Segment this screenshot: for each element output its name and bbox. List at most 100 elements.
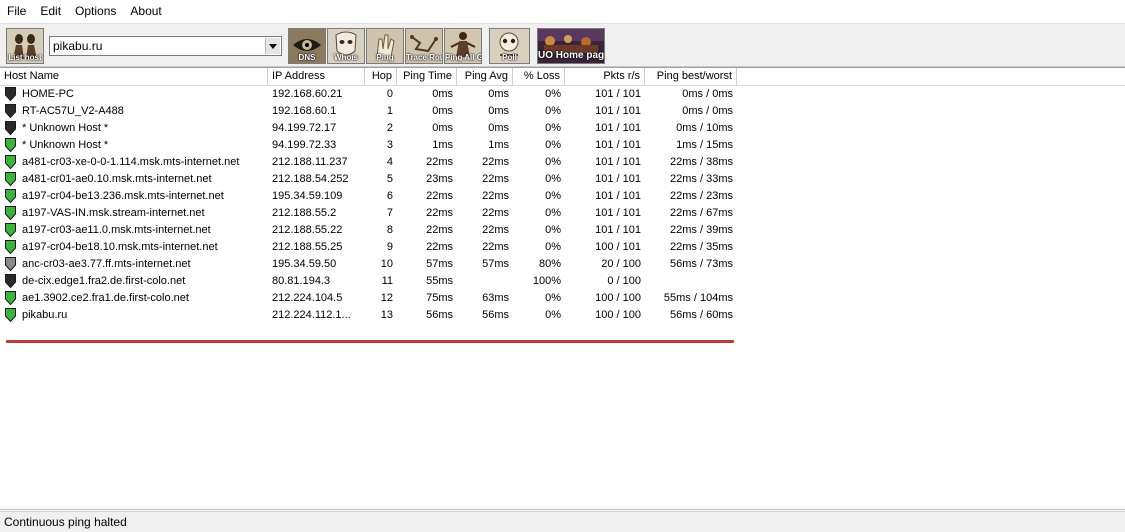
poll-button[interactable]: Poll (489, 28, 530, 64)
table-row[interactable]: pikabu.ru 212.224.112.1... 13 56ms 56ms 0% 100… (0, 307, 740, 324)
shield-icon (5, 155, 16, 169)
cell-ping-avg: 22ms (482, 207, 509, 219)
column-pkts[interactable]: Pkts r/s (565, 68, 645, 85)
table-row[interactable]: anc-cr03-ae3.77.ff.mts-internet.net 195.3… (0, 256, 740, 273)
shield-icon (5, 257, 16, 271)
cell-ping-best-worst: 22ms / 67ms (670, 207, 733, 219)
cell-ping-avg: 22ms (482, 224, 509, 236)
column-ping-time[interactable]: Ping Time (397, 68, 457, 85)
menu-edit[interactable]: Edit (33, 0, 68, 23)
table-row[interactable]: a481-cr03-xe-0-0-1.114.msk.mts-internet.… (0, 154, 740, 171)
cell-ping-avg: 57ms (482, 258, 509, 270)
table-row[interactable]: a197-cr04-be13.236.msk.mts-internet.net 1… (0, 188, 740, 205)
cell-ip-address: 195.34.59.109 (272, 190, 343, 202)
cell-hop: 8 (386, 224, 393, 236)
shield-icon (5, 223, 16, 237)
cell-loss: 0% (545, 190, 561, 202)
cell-ping-time: 75ms (426, 292, 453, 304)
ping-all-gates-button[interactable]: Ping All Gates (444, 28, 482, 64)
cell-ip-address: 94.199.72.33 (272, 139, 337, 151)
table-row[interactable]: a197-cr03-ae11.0.msk.mts-internet.net 212… (0, 222, 740, 239)
cell-ip-address: 192.168.60.1 (272, 105, 337, 117)
cell-ping-time: 22ms (426, 156, 453, 168)
shield-icon (5, 240, 16, 254)
cell-pkts: 101 / 101 (595, 190, 641, 202)
cell-loss: 0% (545, 309, 561, 321)
column-ping-avg[interactable]: Ping Avg (457, 68, 513, 85)
cell-pkts: 101 / 101 (595, 156, 641, 168)
cell-ping-avg (457, 273, 513, 290)
trace-results-list[interactable]: Host Name IP Address Hop Ping Time Ping … (0, 67, 1125, 510)
cell-loss: 0% (545, 105, 561, 117)
cell-ping-time: 57ms (426, 258, 453, 270)
whois-button[interactable]: Whois (327, 28, 365, 64)
table-row[interactable]: a481-cr01-ae0.10.msk.mts-internet.net 212… (0, 171, 740, 188)
column-loss[interactable]: % Loss (513, 68, 565, 85)
dns-button[interactable]: DNS (288, 28, 326, 64)
cell-ping-best-worst: 22ms / 33ms (670, 173, 733, 185)
menu-file[interactable]: File (0, 0, 33, 23)
poll-label: Poll (502, 53, 517, 62)
column-ip-address[interactable]: IP Address (268, 68, 365, 85)
cell-hop: 6 (386, 190, 393, 202)
uo-home-page-button[interactable]: UO Home page (537, 28, 605, 64)
shield-icon (5, 189, 16, 203)
cell-ping-avg: 0ms (488, 122, 509, 134)
shield-icon (5, 308, 16, 322)
list-host-button[interactable]: List host (6, 28, 44, 64)
ping-all-gates-label: Ping All Gates (445, 53, 481, 62)
cell-ping-avg: 56ms (482, 309, 509, 321)
cell-ping-best-worst: 56ms / 73ms (670, 258, 733, 270)
menu-options[interactable]: Options (68, 0, 123, 23)
cell-ip-address: 195.34.59.50 (272, 258, 337, 270)
cell-host-name: * Unknown Host * (22, 139, 109, 151)
cell-ping-best-worst: 56ms / 60ms (670, 309, 733, 321)
cell-host-name: pikabu.ru (22, 309, 68, 321)
chevron-down-icon[interactable] (265, 38, 280, 54)
shield-icon (5, 104, 16, 118)
status-bar: Continuous ping halted (0, 511, 1125, 532)
column-hop[interactable]: Hop (365, 68, 397, 85)
column-ping-best-worst[interactable]: Ping best/worst (645, 68, 737, 85)
cell-ping-avg: 22ms (482, 173, 509, 185)
table-row[interactable]: * Unknown Host * 94.199.72.33 3 1ms 1ms 0% 101… (0, 137, 740, 154)
table-row[interactable]: ae1.3902.ce2.fra1.de.first-colo.net 212.2… (0, 290, 740, 307)
table-row[interactable]: a197-cr04-be18.10.msk.mts-internet.net 21… (0, 239, 740, 256)
cell-ping-time: 22ms (426, 207, 453, 219)
cell-hop: 10 (380, 258, 393, 270)
cell-ping-avg: 22ms (482, 190, 509, 202)
cell-ping-best-worst: 22ms / 35ms (670, 241, 733, 253)
shield-icon (5, 274, 16, 288)
cell-pkts: 100 / 101 (595, 241, 641, 253)
cell-hop: 13 (380, 309, 393, 321)
column-host-name[interactable]: Host Name (0, 68, 268, 85)
cell-hop: 11 (381, 275, 393, 287)
cell-hop: 7 (386, 207, 393, 219)
table-row[interactable]: a197-VAS-IN.msk.stream-internet.net 212.1… (0, 205, 740, 222)
trace-route-button[interactable]: Trace Route (405, 28, 443, 64)
cell-ping-time: 22ms (426, 241, 453, 253)
cell-ping-best-worst: 22ms / 39ms (670, 224, 733, 236)
cell-host-name: HOME-PC (22, 88, 74, 100)
menu-about[interactable]: About (123, 0, 168, 23)
table-row[interactable]: * Unknown Host * 94.199.72.17 2 0ms 0ms 0% 101… (0, 120, 740, 137)
cell-host-name: a197-cr04-be13.236.msk.mts-internet.net (22, 190, 224, 202)
cell-pkts: 101 / 101 (595, 207, 641, 219)
cell-ping-avg: 1ms (488, 139, 509, 151)
cell-ping-time: 0ms (432, 122, 453, 134)
cell-loss: 0% (545, 224, 561, 236)
cell-loss: 0% (545, 88, 561, 100)
table-row[interactable]: RT-AC57U_V2-A488 192.168.60.1 1 0ms 0ms 0% 101… (0, 103, 740, 120)
cell-loss: 80% (538, 258, 561, 270)
ping-button[interactable]: Ping (366, 28, 404, 64)
table-row[interactable]: HOME-PC 192.168.60.21 0 0ms 0ms 0% 101 / 101 0m… (0, 86, 740, 103)
cell-loss: 100% (532, 275, 561, 287)
cell-ping-time: 22ms (426, 224, 453, 236)
cell-ip-address: 212.188.11.237 (272, 156, 348, 168)
table-row[interactable]: de-cix.edge1.fra2.de.first-colo.net 80.81… (0, 273, 740, 290)
hostname-combobox[interactable]: pikabu.ru (49, 36, 282, 56)
cell-pkts: 101 / 101 (595, 139, 641, 151)
menu-bar: File Edit Options About (0, 0, 1125, 23)
cell-loss: 0% (545, 122, 561, 134)
whois-label: Whois (334, 53, 358, 62)
